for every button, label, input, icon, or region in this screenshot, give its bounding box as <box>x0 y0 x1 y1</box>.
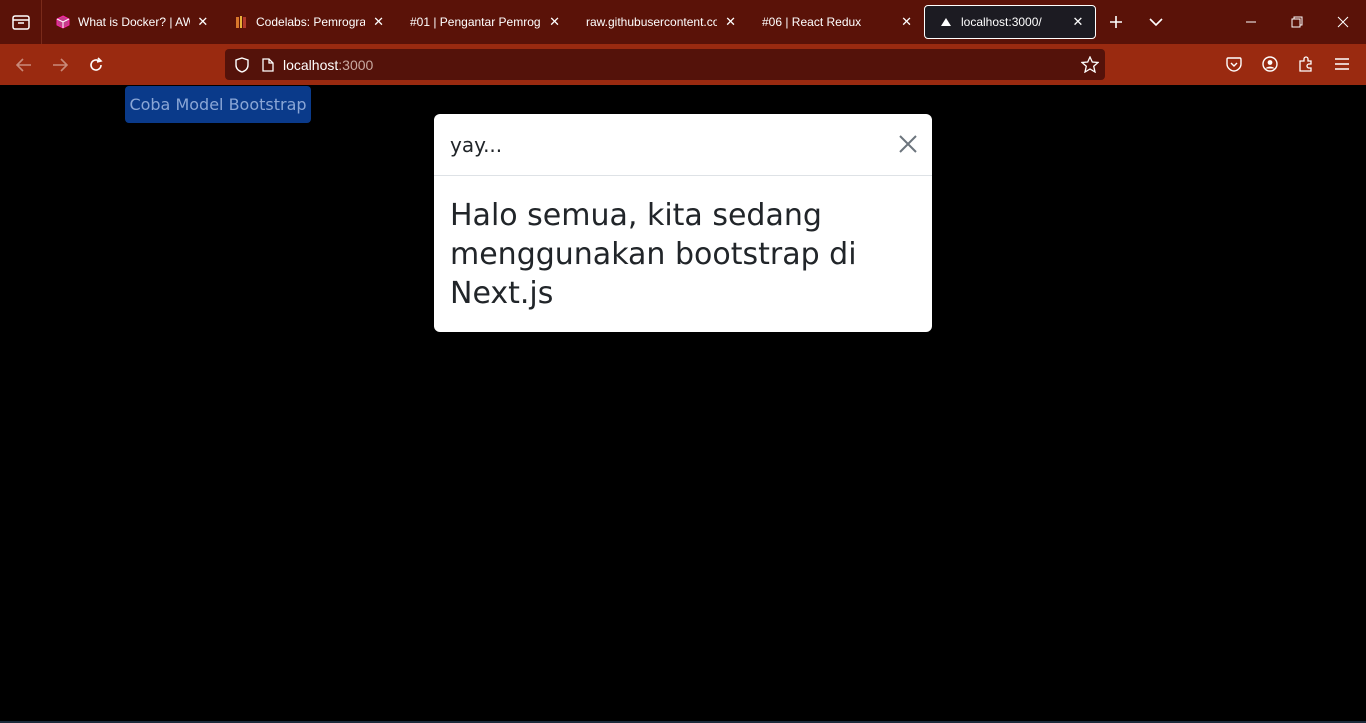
close-tab-icon[interactable]: ✕ <box>196 14 210 30</box>
url-port: :3000 <box>338 56 374 73</box>
address-bar[interactable]: localhost:3000 <box>225 49 1105 80</box>
close-tab-icon[interactable]: ✕ <box>547 14 562 30</box>
close-tab-icon[interactable]: ✕ <box>371 14 386 30</box>
new-tab-button[interactable] <box>1096 0 1136 44</box>
list-all-tabs-button[interactable] <box>1136 0 1176 44</box>
aws-cube-icon <box>56 15 70 29</box>
back-button[interactable] <box>6 49 42 81</box>
extensions-button[interactable] <box>1288 48 1324 80</box>
tab-title: raw.githubusercontent.cor <box>586 15 718 29</box>
bookmark-star-icon[interactable] <box>1080 55 1100 78</box>
modal-close-button[interactable] <box>896 132 920 156</box>
tab-title: #01 | Pengantar Pemrogra <box>410 15 542 29</box>
firefox-view-button[interactable] <box>0 0 42 44</box>
tab-title: localhost:3000/ <box>961 15 1042 29</box>
tab-title: Codelabs: Pemrogram <box>256 15 366 29</box>
firefox-view-icon <box>11 15 30 30</box>
forward-arrow-icon <box>53 57 68 72</box>
close-icon <box>1337 16 1349 28</box>
modal-dialog: yay... Halo semua, kita sedang menggunak… <box>434 114 932 332</box>
reload-button[interactable] <box>78 49 114 81</box>
modal-header: yay... <box>434 114 932 176</box>
codelabs-icon <box>234 15 248 29</box>
pocket-icon <box>1226 56 1242 72</box>
nextjs-triangle-icon <box>939 15 953 29</box>
forward-button[interactable] <box>42 49 78 81</box>
close-tab-icon[interactable]: ✕ <box>899 14 914 30</box>
account-button[interactable] <box>1252 48 1288 80</box>
close-tab-icon[interactable]: ✕ <box>1071 14 1085 30</box>
coba-model-bootstrap-button[interactable]: Coba Model Bootstrap <box>125 86 311 123</box>
account-icon <box>1262 56 1278 72</box>
tab-bar: What is Docker? | AWS ✕ Codelabs: Pemrog… <box>0 0 1366 44</box>
back-arrow-icon <box>16 57 31 72</box>
minimize-icon <box>1246 21 1256 23</box>
modal-title: yay... <box>450 132 503 157</box>
tab-title: #06 | React Redux <box>762 15 862 29</box>
shield-icon[interactable] <box>233 56 251 73</box>
page-icon[interactable] <box>261 57 275 72</box>
hamburger-menu-icon <box>1335 58 1349 70</box>
tab-react-redux[interactable]: #06 | React Redux ✕ <box>748 5 924 39</box>
restore-button[interactable] <box>1274 0 1320 44</box>
tab-codelabs[interactable]: Codelabs: Pemrogram ✕ <box>220 5 396 39</box>
url-host: localhost <box>283 56 339 73</box>
pocket-button[interactable] <box>1216 48 1252 80</box>
menu-button[interactable] <box>1324 48 1360 80</box>
close-icon <box>899 135 917 153</box>
restore-icon <box>1291 16 1303 28</box>
minimize-button[interactable] <box>1228 0 1274 44</box>
close-window-button[interactable] <box>1320 0 1366 44</box>
tab-pengantar[interactable]: #01 | Pengantar Pemrogra ✕ <box>396 5 572 39</box>
tab-title: What is Docker? | AWS <box>78 15 190 29</box>
plus-icon <box>1110 16 1122 28</box>
modal-body: Halo semua, kita sedang menggunakan boot… <box>450 198 857 311</box>
page-content: Coba Model Bootstrap yay... Halo semua, … <box>0 85 1366 723</box>
url-text[interactable]: localhost:3000 <box>283 57 373 73</box>
chevron-down-icon <box>1149 18 1163 27</box>
reload-icon <box>90 56 103 71</box>
close-tab-icon[interactable]: ✕ <box>723 14 738 30</box>
navigation-toolbar: localhost:3000 <box>0 44 1366 85</box>
tab-localhost[interactable]: localhost:3000/ ✕ <box>924 5 1096 39</box>
tab-raw-github[interactable]: raw.githubusercontent.cor ✕ <box>572 5 748 39</box>
tab-docker[interactable]: What is Docker? | AWS ✕ <box>42 5 220 39</box>
puzzle-icon <box>1299 56 1312 72</box>
